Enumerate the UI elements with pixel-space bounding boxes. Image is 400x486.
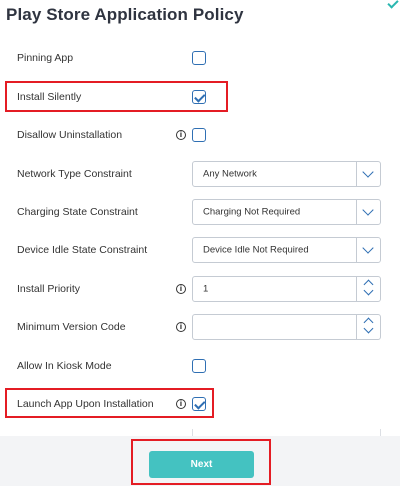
launch-app-checkbox[interactable] [192,397,206,411]
charging-state-label: Charging State Constraint [17,206,138,218]
info-icon[interactable]: i [176,399,186,409]
row-charging-state: Charging State Constraint Charging Not R… [0,193,400,231]
row-device-idle: Device Idle State Constraint Device Idle… [0,231,400,269]
device-idle-select[interactable]: Device Idle Not Required [192,237,381,263]
network-type-label: Network Type Constraint [17,168,132,180]
install-silently-checkbox[interactable] [192,90,206,104]
stepper-control[interactable] [356,277,380,301]
pinning-app-label: Pinning App [17,52,74,64]
network-type-value: Any Network [203,168,257,180]
chevron-down-icon[interactable] [356,238,380,262]
device-idle-label: Device Idle State Constraint [17,244,148,256]
stepper-control[interactable] [356,315,380,339]
charging-state-select[interactable]: Charging Not Required [192,199,381,225]
allow-kiosk-label: Allow In Kiosk Mode [17,360,112,372]
checkmark-icon [387,0,399,9]
chevron-down-icon[interactable] [363,323,374,334]
row-install-priority: Install Priority i 1 [0,270,400,308]
row-network-type: Network Type Constraint Any Network [0,155,400,193]
chevron-down-icon[interactable] [363,285,374,296]
disallow-uninstallation-checkbox[interactable] [192,128,206,142]
install-priority-stepper[interactable]: 1 [192,276,381,302]
allow-kiosk-checkbox[interactable] [192,359,206,373]
chevron-down-icon[interactable] [356,162,380,186]
row-minimum-version: Minimum Version Code i [0,308,400,346]
next-button[interactable]: Next [149,451,254,478]
row-disallow-uninstallation: Disallow Uninstallation i [0,116,400,154]
row-allow-kiosk: Allow In Kiosk Mode [0,347,400,385]
info-icon[interactable]: i [176,284,186,294]
device-idle-value: Device Idle Not Required [203,244,309,256]
page-title: Play Store Application Policy [6,5,244,24]
launch-app-label: Launch App Upon Installation [17,398,154,410]
charging-state-value: Charging Not Required [203,206,301,218]
minimum-version-stepper[interactable] [192,314,381,340]
minimum-version-label: Minimum Version Code [17,321,126,333]
info-icon[interactable]: i [176,130,186,140]
row-install-silently: Install Silently [0,78,400,116]
row-pinning-app: Pinning App [0,39,400,77]
row-launch-app: Launch App Upon Installation i [0,385,400,423]
network-type-select[interactable]: Any Network [192,161,381,187]
install-priority-value[interactable]: 1 [203,284,208,295]
info-icon[interactable]: i [176,322,186,332]
disallow-uninstallation-label: Disallow Uninstallation [17,129,123,141]
chevron-down-icon[interactable] [356,200,380,224]
install-priority-label: Install Priority [17,283,81,295]
install-silently-label: Install Silently [17,91,82,103]
pinning-app-checkbox[interactable] [192,51,206,65]
